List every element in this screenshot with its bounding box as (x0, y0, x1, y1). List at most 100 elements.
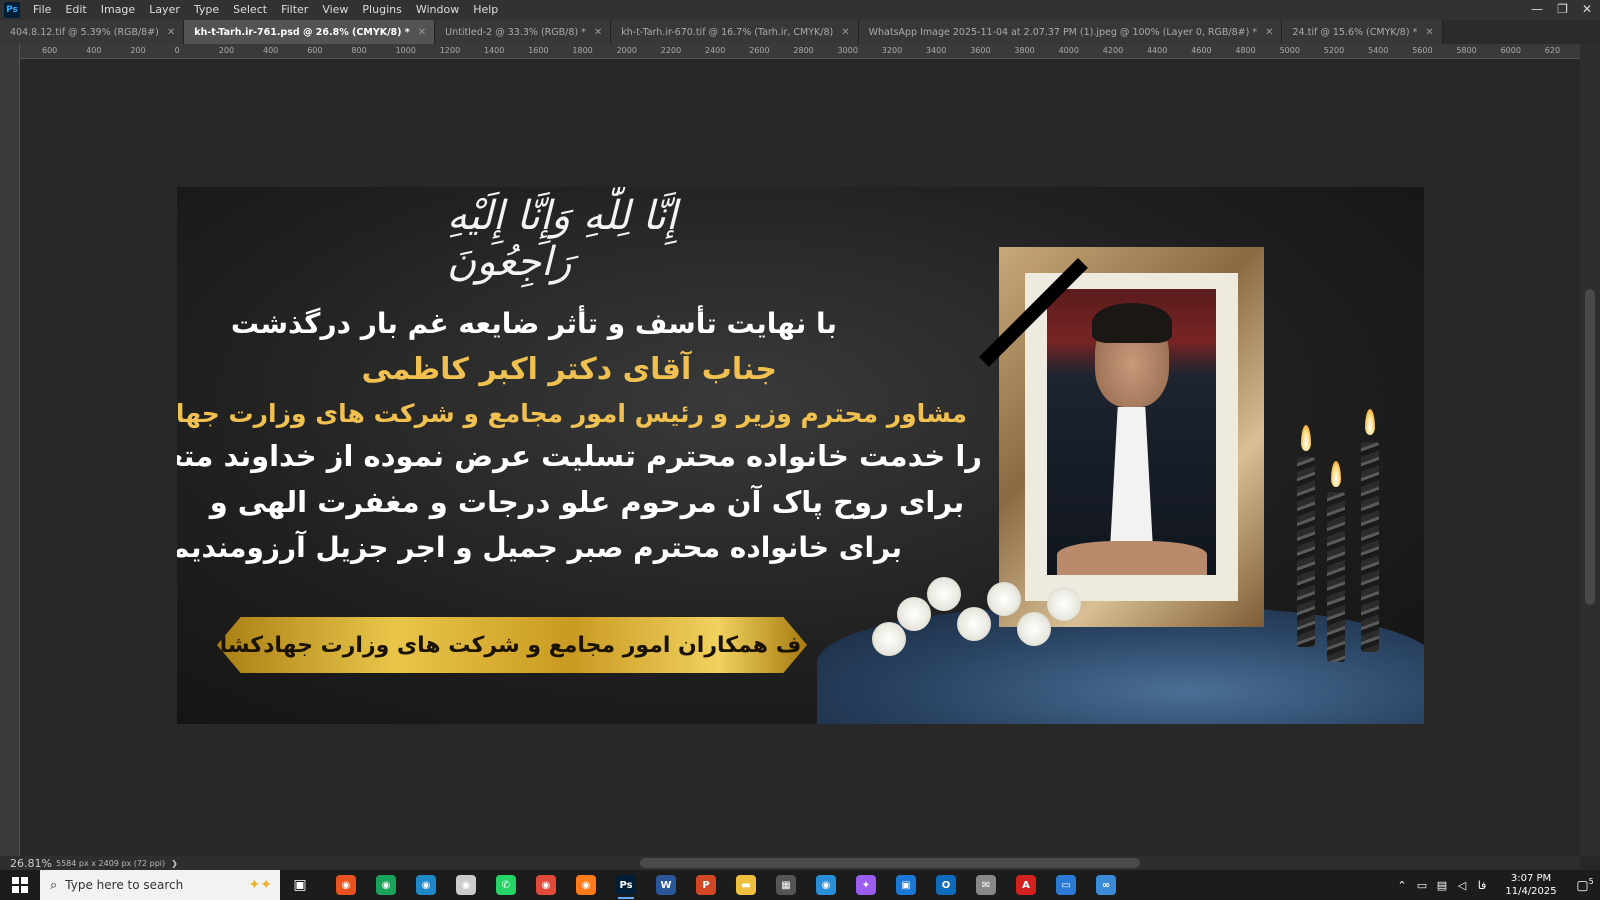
notification-button[interactable]: ▢5 (1570, 877, 1600, 893)
candle-flame-icon (1301, 425, 1311, 451)
tab-document-4[interactable]: kh-t-Tarh.ir-670.tif @ 16.7% (Tarh.ir, C… (611, 20, 859, 44)
volume-icon[interactable]: ◁ (1452, 879, 1472, 892)
artwork-text-line-5: برای روح پاک آن مرحوم علو درجات و مغفرت … (209, 485, 965, 519)
windows-logo-icon (12, 877, 28, 893)
portrait-photo (1047, 289, 1216, 575)
taskbar-edge-app-1[interactable]: ◉ (406, 870, 446, 900)
taskbar-chrome-app-1[interactable]: ◉ (326, 870, 366, 900)
taskbar-clock[interactable]: 3:07 PM 11/4/2025 (1498, 872, 1564, 898)
tab-label: WhatsApp Image 2025-11-04 at 2.07.37 PM … (868, 26, 1258, 38)
ruler-tick-label: 5800 (1456, 46, 1477, 55)
portrait-hair (1091, 303, 1172, 343)
taskbar-search-box[interactable]: ⌕ Type here to search ✦✦ (40, 870, 280, 900)
menu-file[interactable]: File (26, 0, 58, 20)
vertical-ruler[interactable] (0, 44, 20, 856)
taskbar-copilot-app[interactable]: ✦ (846, 870, 886, 900)
close-icon[interactable]: ✕ (418, 27, 426, 38)
zoom-level[interactable]: 26.81% (0, 857, 56, 870)
horizontal-ruler[interactable]: 600 400 200 0 200 400 600 800 1000 1200 1400 1600 18… (20, 44, 1580, 59)
tab-label: 404.8.12.tif @ 5.39% (RGB/8#) (10, 26, 159, 38)
gold-banner: از طرف همکاران امور مجامع و شرکت های وزا… (217, 617, 807, 673)
close-icon[interactable]: ✕ (841, 27, 849, 38)
condolence-artwork[interactable]: إِنَّا لِلّٰهِ وَإِنَّا إِلَيْهِ رَاجِعُ… (177, 187, 1424, 724)
taskbar-photoshop-app[interactable]: Ps (606, 870, 646, 900)
minimize-button[interactable]: — (1531, 0, 1543, 18)
taskbar-chrome-app-3[interactable]: ◉ (446, 870, 486, 900)
taskbar-calculator-app[interactable]: ▦ (766, 870, 806, 900)
taskbar-whatsapp-app[interactable]: ✆ (486, 870, 526, 900)
horizontal-scrollbar[interactable] (200, 856, 1580, 870)
menu-plugins[interactable]: Plugins (355, 0, 408, 20)
taskbar-acrobat-app[interactable]: A (1006, 870, 1046, 900)
taskbar-chrome-app-2[interactable]: ◉ (366, 870, 406, 900)
menu-bar: Ps File Edit Image Layer Type Select Fil… (0, 0, 1600, 20)
tab-document-2[interactable]: kh-t-Tarh.ir-761.psd @ 26.8% (CMYK/8) * ✕ (184, 20, 436, 44)
calligraphy-heading: إِنَّا لِلّٰهِ وَإِنَّا إِلَيْهِ رَاجِعُ… (447, 193, 678, 285)
artwork-text-line-1: با نهایت تأسف و تأثر ضایعه غم بار درگذشت (230, 307, 837, 340)
flower-icon (927, 577, 961, 611)
taskbar-word-app[interactable]: W (646, 870, 686, 900)
ruler-tick-label: 400 (263, 46, 279, 55)
horizontal-scroll-thumb[interactable] (640, 858, 1140, 868)
tab-document-5[interactable]: WhatsApp Image 2025-11-04 at 2.07.37 PM … (858, 20, 1283, 44)
task-view-button[interactable]: ▣ (280, 870, 320, 900)
sparkle-icon: ✦✦ (248, 877, 272, 893)
vertical-scroll-thumb[interactable] (1585, 289, 1595, 605)
menu-layer[interactable]: Layer (142, 0, 187, 20)
taskbar-network-app[interactable]: ∞ (1086, 870, 1126, 900)
taskbar-outlook-app[interactable]: O (926, 870, 966, 900)
tab-document-3[interactable]: Untitled-2 @ 33.3% (RGB/8) * ✕ (435, 20, 612, 44)
task-view-icon: ▣ (293, 877, 307, 893)
window-controls: — ❐ ✕ (1531, 0, 1592, 18)
start-button[interactable] (0, 870, 40, 900)
taskbar-edge-app-2[interactable]: ◉ (806, 870, 846, 900)
close-icon[interactable]: ✕ (594, 27, 602, 38)
chevron-up-icon[interactable]: ⌃ (1392, 879, 1412, 892)
status-arrow-icon[interactable]: ❯ (171, 859, 178, 868)
language-indicator[interactable]: فا (1472, 879, 1492, 892)
tab-label: kh-t-Tarh.ir-670.tif @ 16.7% (Tarh.ir, C… (621, 26, 834, 38)
ruler-tick-label: 600 (42, 46, 58, 55)
tab-document-1[interactable]: 404.8.12.tif @ 5.39% (RGB/8#) ✕ (0, 20, 185, 44)
close-window-button[interactable]: ✕ (1582, 0, 1592, 18)
taskbar-firefox-app[interactable]: ◉ (566, 870, 606, 900)
monitor-app-icon: ▭ (1056, 875, 1076, 895)
taskbar-powerpoint-app[interactable]: P (686, 870, 726, 900)
close-icon[interactable]: ✕ (167, 27, 175, 38)
firefox-app-icon: ◉ (576, 875, 596, 895)
menu-window[interactable]: Window (409, 0, 466, 20)
menu-help[interactable]: Help (466, 0, 505, 20)
ruler-tick-label: 4000 (1058, 46, 1079, 55)
windows-taskbar: ⌕ Type here to search ✦✦ ▣ ◉ ◉ ◉ ◉ ✆ ◉ ◉ Ps W P ▬ ▦… (0, 870, 1600, 900)
ruler-tick-label: 3800 (1014, 46, 1035, 55)
restore-button[interactable]: ❐ (1557, 0, 1568, 18)
close-icon[interactable]: ✕ (1265, 27, 1273, 38)
photoshop-logo-icon: Ps (4, 2, 20, 18)
notification-count: 5 (1588, 876, 1594, 886)
copilot-app-icon: ✦ (856, 875, 876, 895)
taskbar-monitor-app[interactable]: ▭ (1046, 870, 1086, 900)
menu-image[interactable]: Image (94, 0, 142, 20)
tab-document-6[interactable]: 24.tif @ 15.6% (CMYK/8) * ✕ (1282, 20, 1443, 44)
taskbar-store-app[interactable]: ▣ (886, 870, 926, 900)
candle-flame-icon (1331, 461, 1341, 487)
system-tray: ⌃ ▭ ▤ ◁ فا 3:07 PM 11/4/2025 ▢5 (1392, 870, 1600, 900)
mail-app-icon: ✉ (976, 875, 996, 895)
portrait-mat (1025, 273, 1238, 601)
meet-icon[interactable]: ▭ (1412, 879, 1432, 892)
ruler-tick-label: 5400 (1368, 46, 1389, 55)
banner-text: از طرف همکاران امور مجامع و شرکت های وزا… (177, 632, 864, 658)
network-icon[interactable]: ▤ (1432, 879, 1452, 892)
artwork-title-line: مشاور محترم وزیر و رئیس امور مجامع و شرک… (177, 399, 967, 428)
taskbar-chrome-app-4[interactable]: ◉ (526, 870, 566, 900)
vertical-scrollbar[interactable] (1580, 44, 1600, 856)
menu-filter[interactable]: Filter (274, 0, 315, 20)
menu-select[interactable]: Select (226, 0, 274, 20)
menu-type[interactable]: Type (187, 0, 226, 20)
ruler-tick-label: 4600 (1191, 46, 1212, 55)
menu-view[interactable]: View (315, 0, 355, 20)
close-icon[interactable]: ✕ (1425, 27, 1433, 38)
taskbar-mail-app[interactable]: ✉ (966, 870, 1006, 900)
menu-edit[interactable]: Edit (58, 0, 93, 20)
taskbar-explorer-app[interactable]: ▬ (726, 870, 766, 900)
